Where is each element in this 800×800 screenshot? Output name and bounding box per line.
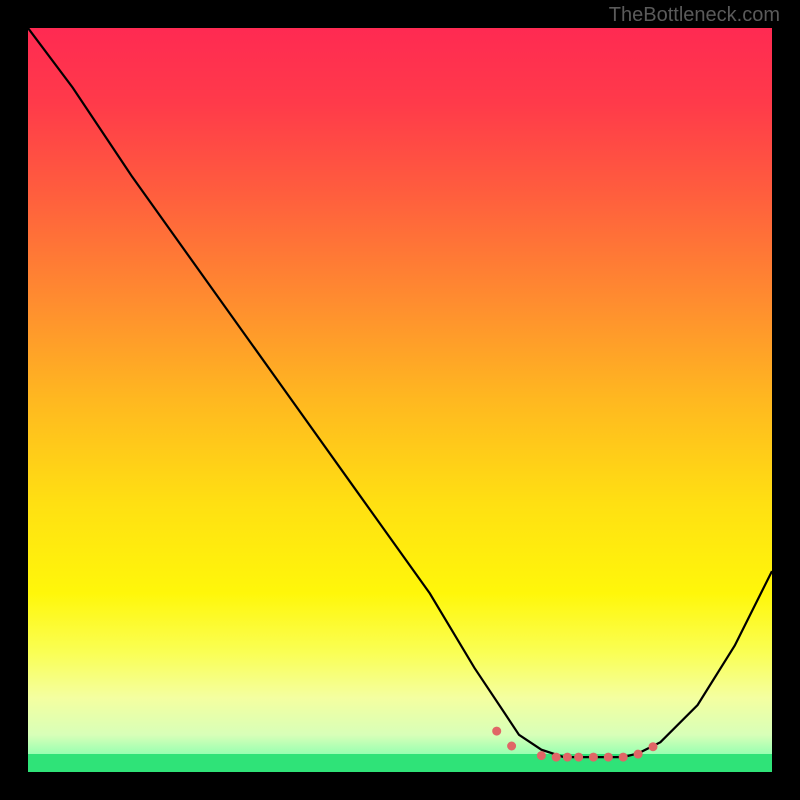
plot-area [28, 28, 772, 772]
marker-point [574, 753, 583, 762]
plot-frame [28, 28, 772, 772]
bottleneck-curve [28, 28, 772, 757]
marker-point [537, 751, 546, 760]
marker-point [563, 753, 572, 762]
marker-point [604, 753, 613, 762]
marker-point [492, 727, 501, 736]
marker-point [634, 750, 643, 759]
watermark-text: TheBottleneck.com [609, 4, 780, 27]
marker-point [589, 753, 598, 762]
marker-point [649, 742, 658, 751]
marker-point [619, 753, 628, 762]
marker-point [552, 753, 561, 762]
marker-point [507, 742, 516, 751]
chart-svg [28, 28, 772, 772]
